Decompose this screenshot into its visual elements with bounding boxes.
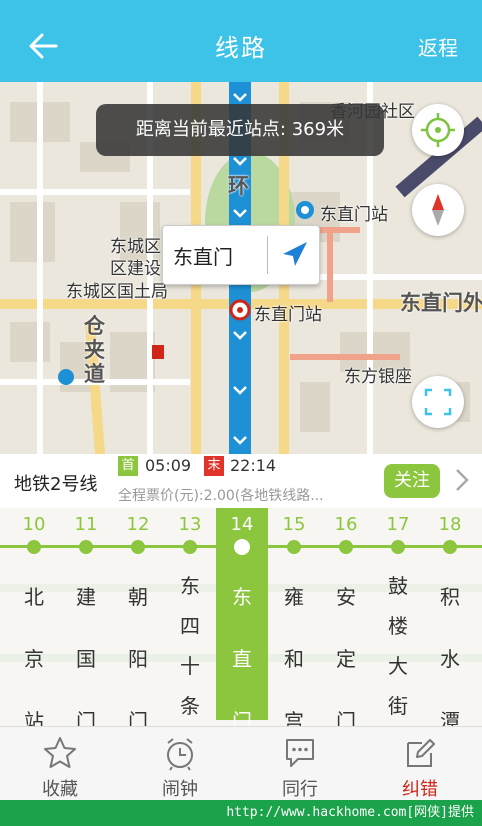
nearest-station-toast: 距离当前最近站点: 369米 (96, 104, 384, 156)
station-number: 16 (334, 514, 358, 535)
map-label: 环 (228, 174, 249, 198)
tab-label: 纠错 (402, 779, 438, 800)
station-number: 11 (74, 514, 98, 535)
station-number: 12 (126, 514, 150, 535)
station-name: 安定门 (336, 585, 356, 726)
page-title: 线路 (215, 34, 267, 62)
station-dot (339, 540, 353, 554)
station-name: 建国门 (76, 585, 96, 726)
follow-button[interactable]: 关注 (384, 464, 440, 498)
station-number: 17 (386, 514, 410, 535)
tab-label: 闹钟 (162, 779, 198, 800)
station-dot (391, 540, 405, 554)
star-icon (44, 737, 76, 768)
map-label: 东直门站 (320, 205, 388, 225)
station-name: 北京站 (24, 585, 44, 726)
station-callout[interactable]: 东直门 (162, 225, 320, 285)
station-17[interactable]: 17 鼓楼大街 (372, 508, 424, 720)
callout-divider (267, 236, 268, 274)
alarm-clock-icon (167, 738, 193, 771)
locate-target-icon (421, 113, 455, 147)
station-11[interactable]: 11 建国门 (60, 508, 112, 726)
map-label: 东直门外 (400, 291, 482, 315)
station-name: 东直门 (232, 585, 252, 726)
station-name: 雍和宫 (284, 585, 304, 726)
tab-alarm[interactable]: 闹钟 (120, 727, 240, 801)
tab-label: 收藏 (42, 779, 78, 800)
tab-label: 同行 (282, 779, 318, 800)
station-number: 15 (282, 514, 306, 535)
station-dot (79, 540, 93, 554)
watermark-footer: http://www.hackhome.com[网侠]提供 (0, 800, 482, 826)
station-dot (27, 540, 41, 554)
expand-icon (424, 388, 452, 416)
first-train-badge: 首 (118, 456, 138, 476)
station-number: 10 (22, 514, 46, 535)
navigate-arrow-icon[interactable] (277, 238, 311, 272)
tab-companion[interactable]: 同行 (240, 727, 360, 801)
last-train-time: 22:14 (230, 456, 277, 475)
station-name: 朝阳门 (128, 585, 148, 726)
station-name: 东四十条 (180, 574, 200, 718)
station-number: 18 (438, 514, 462, 535)
station-strip[interactable]: 10 北京站 11 建国门 12 朝阳门 13 东四十条 14 东直门 15 雍和宫 16 安定门 17 鼓楼… (0, 508, 482, 726)
chat-bubble-icon (286, 739, 314, 767)
station-dot (443, 540, 457, 554)
station-14[interactable]: 14 东直门 (216, 508, 268, 726)
first-train-time: 05:09 (145, 456, 192, 475)
station-10[interactable]: 10 北京站 (8, 508, 60, 726)
compass-icon (432, 194, 444, 226)
locate-button[interactable] (412, 104, 464, 156)
chevron-right-icon[interactable] (452, 466, 472, 494)
map-label: 区建设 (110, 259, 161, 279)
station-number: 13 (178, 514, 202, 535)
bottom-tab-bar: 收藏 闹钟 同行 纠错 (0, 726, 482, 801)
station-dot (287, 540, 301, 554)
station-12[interactable]: 12 朝阳门 (112, 508, 164, 726)
station-13[interactable]: 13 东四十条 (164, 508, 216, 720)
return-trip-button[interactable]: 返程 (418, 32, 458, 61)
tab-report-error[interactable]: 纠错 (360, 727, 480, 801)
edit-icon (407, 739, 435, 767)
line-name: 地铁2号线 (14, 474, 98, 495)
tab-favorite[interactable]: 收藏 (0, 727, 120, 801)
map-label: 东直门站 (254, 305, 322, 325)
compass-button[interactable] (412, 184, 464, 236)
station-dot (183, 540, 197, 554)
callout-station-name: 东直门 (173, 245, 233, 269)
station-name: 积水潭 (440, 585, 460, 726)
station-dot (234, 539, 250, 555)
station-15[interactable]: 15 雍和宫 (268, 508, 320, 726)
line-info-bar: 地铁2号线 首 05:09 末 22:14 全程票价(元):2.00(各地铁线路… (0, 454, 482, 509)
last-train-badge: 末 (204, 456, 224, 476)
station-name: 鼓楼大街 (388, 574, 408, 718)
map-label: 东城区国土局 (66, 282, 168, 302)
fare-text: 全程票价(元):2.00(各地铁线路... (118, 488, 324, 504)
map-label: 东方银座 (344, 367, 412, 387)
fullscreen-button[interactable] (412, 376, 464, 428)
header-bar: 线路 返程 (0, 0, 482, 82)
map-label: 仓夹道 (84, 314, 105, 386)
station-dot (131, 540, 145, 554)
station-number: 14 (230, 514, 254, 535)
station-18[interactable]: 18 积水潭 (424, 508, 476, 726)
station-16[interactable]: 16 安定门 (320, 508, 372, 726)
map-view[interactable]: 香河园社区 环 东直门站 东城区 区建设 东城区国土局 东直门外 东直门站 东方… (0, 82, 482, 454)
